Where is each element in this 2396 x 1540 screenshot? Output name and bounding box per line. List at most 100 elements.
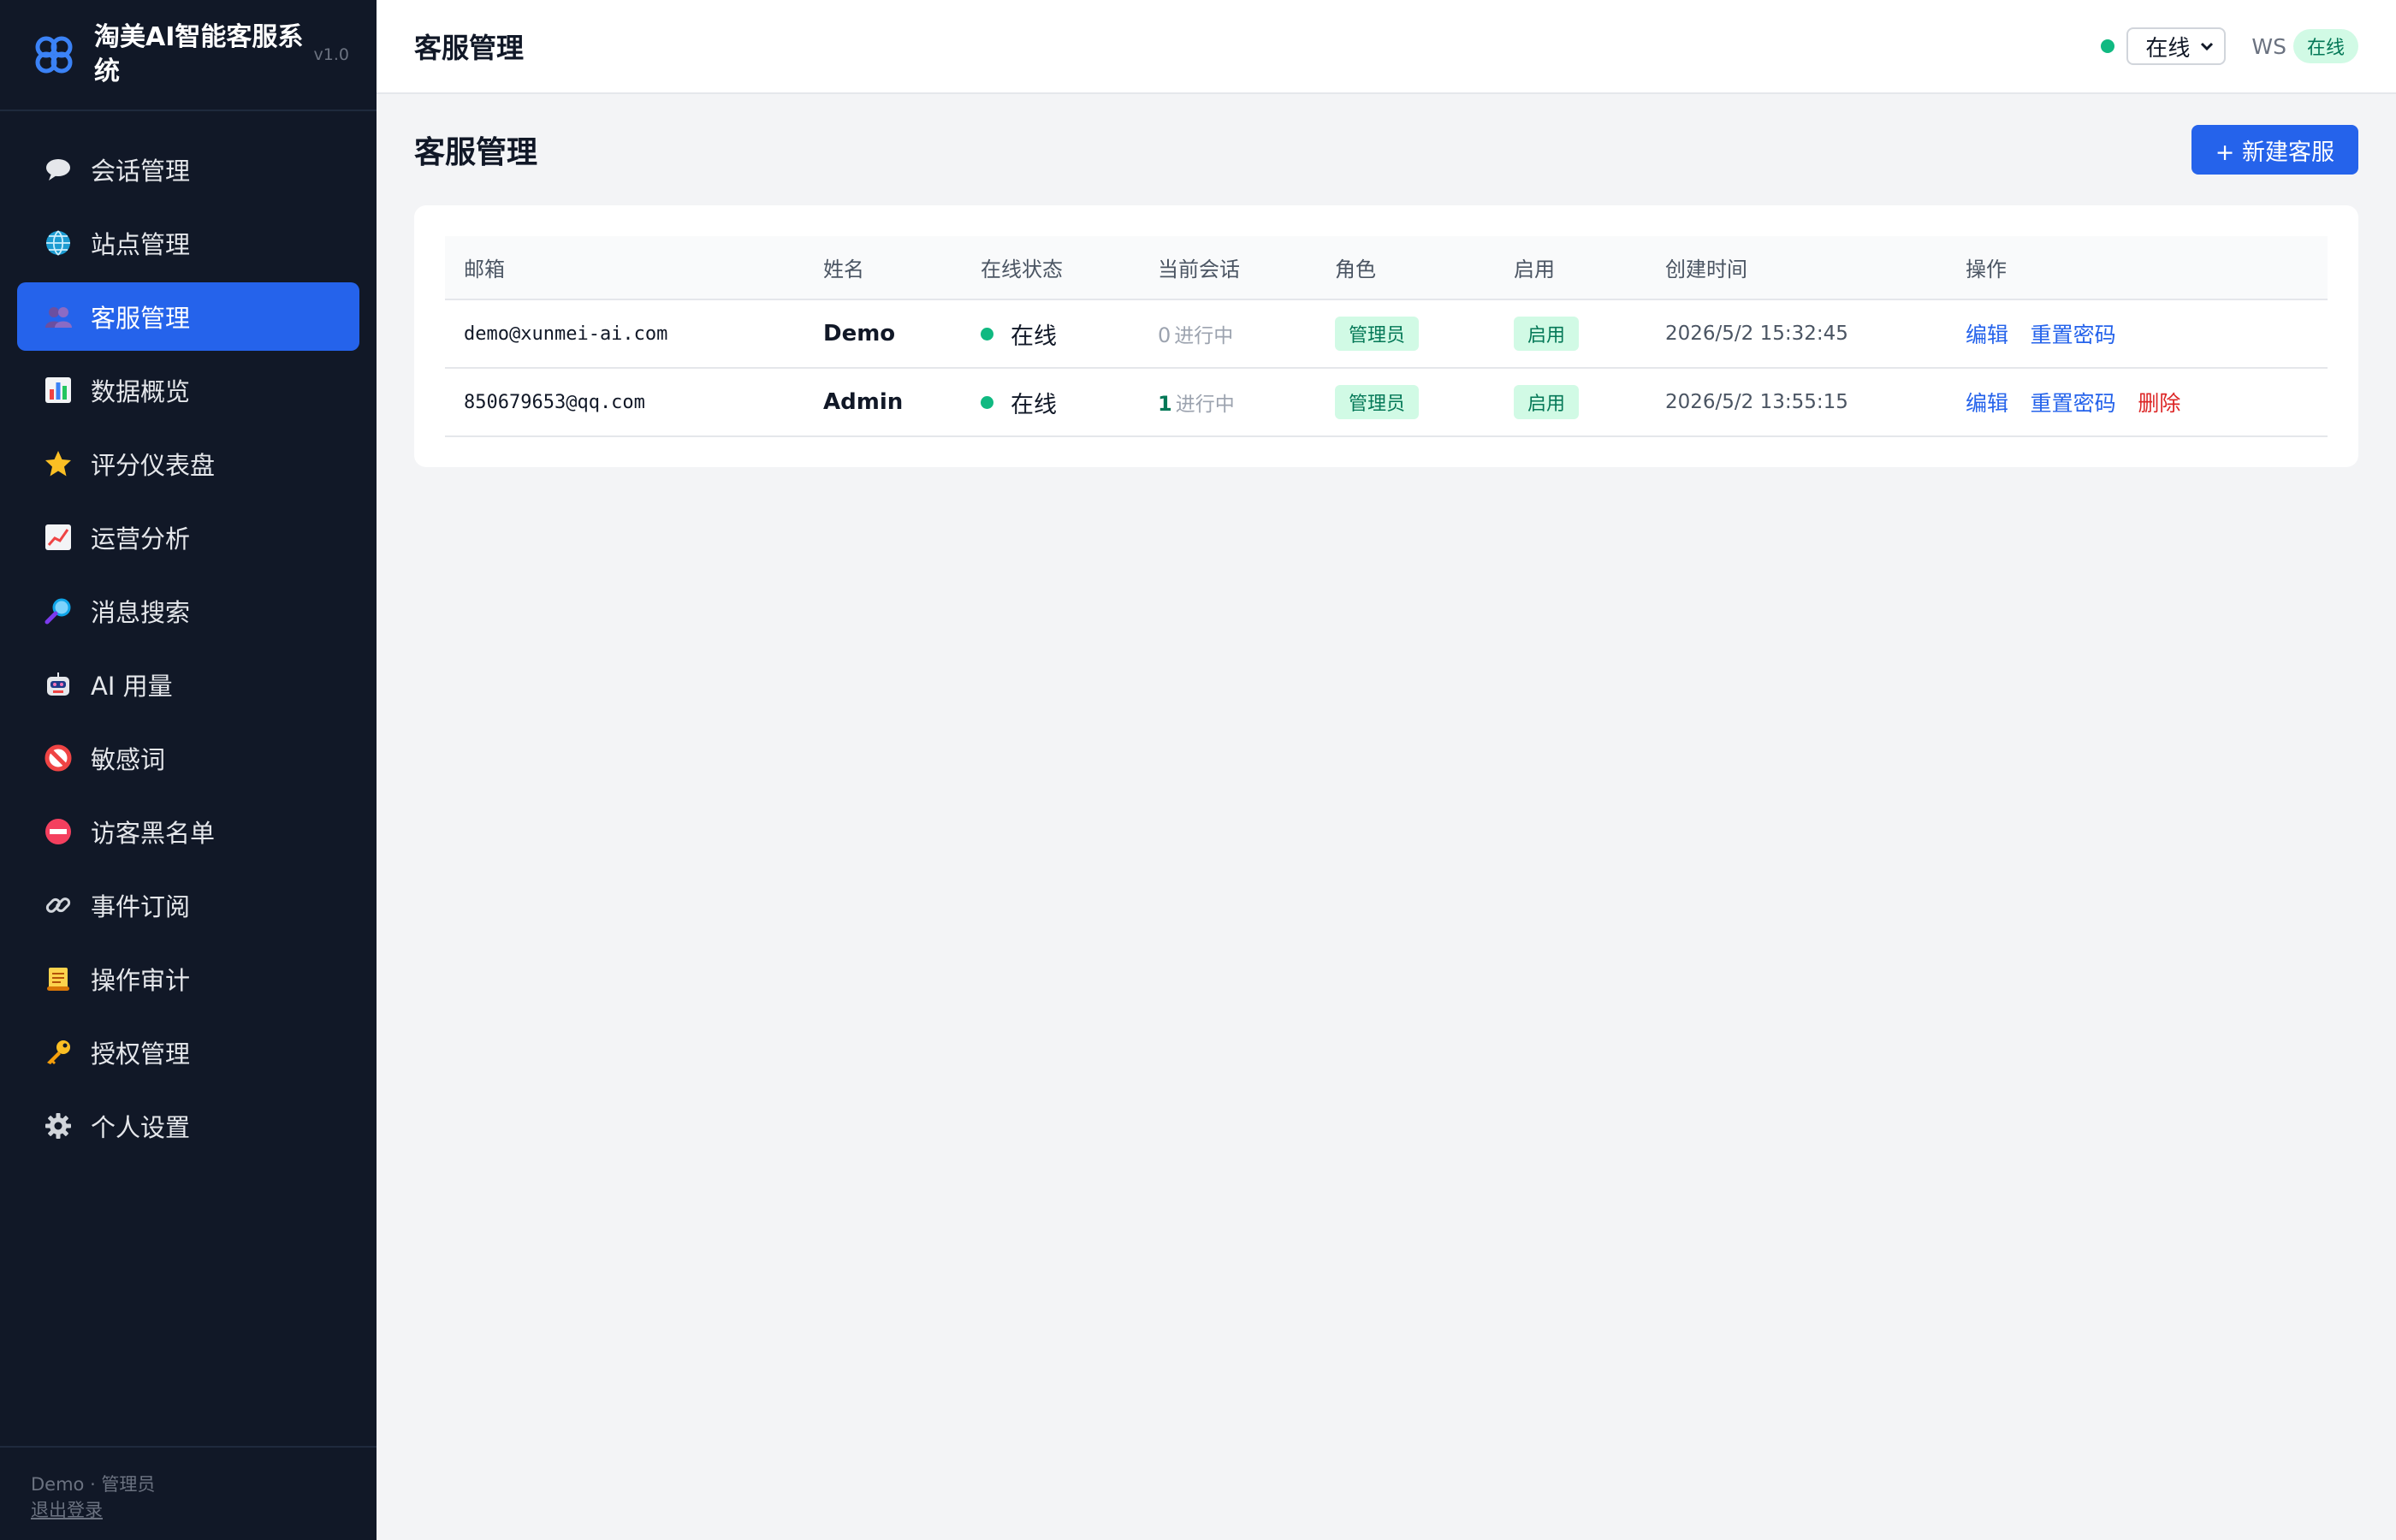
session-count: 0 (1158, 323, 1171, 347)
agent-role: 管理员 (1316, 368, 1495, 437)
link-icon (43, 890, 74, 921)
new-agent-button[interactable]: + 新建客服 (2191, 125, 2358, 175)
star-icon (43, 448, 74, 479)
agent-online-status: 在线 (962, 368, 1139, 437)
status-select[interactable]: 在线 (2126, 27, 2227, 65)
topbar: 客服管理 在线 WS 在线 (377, 0, 2396, 94)
sidebar-item-overview[interactable]: 数据概览 (17, 356, 359, 424)
column-header: 创建时间 (1646, 236, 1947, 300)
sidebar-item-label: AI 用量 (91, 672, 173, 701)
sidebar-item-agents[interactable]: 客服管理 (17, 282, 359, 351)
sidebar-item-blacklist[interactable]: 访客黑名单 (17, 797, 359, 866)
sidebar-item-license[interactable]: 授权管理 (17, 1018, 359, 1087)
sidebar-item-label: 访客黑名单 (91, 819, 216, 848)
line-chart-icon (43, 522, 74, 553)
sidebar-item-sites[interactable]: 站点管理 (17, 209, 359, 277)
column-header: 角色 (1316, 236, 1495, 300)
agent-sessions: 1 进行中 (1139, 368, 1316, 437)
sidebar-item-label: 站点管理 (91, 230, 191, 259)
magnifier-icon (43, 595, 74, 626)
app-version: v1.0 (313, 45, 349, 64)
online-dot (981, 395, 993, 409)
ws-status-badge: 在线 (2292, 29, 2358, 63)
agents-table: 邮箱 姓名 在线状态 当前会话 角色 启用 创建时间 操作 demo@xunme… (445, 236, 2328, 437)
sidebar-item-ai-usage[interactable]: AI 用量 (17, 650, 359, 719)
agent-enabled: 启用 (1495, 299, 1646, 369)
app-title: 淘美AI智能客服系统 (94, 22, 304, 86)
edit-link[interactable]: 编辑 (1966, 391, 2008, 416)
sidebar-item-label: 运营分析 (91, 524, 191, 554)
table-header-row: 邮箱 姓名 在线状态 当前会话 角色 启用 创建时间 操作 (445, 236, 2328, 300)
edit-link[interactable]: 编辑 (1966, 323, 2008, 347)
agent-enabled: 启用 (1495, 368, 1646, 437)
logout-link[interactable]: 退出登录 (31, 1497, 346, 1523)
agent-name: Demo (804, 299, 962, 369)
session-label: 进行中 (1175, 394, 1235, 416)
sidebar-item-sensitive-words[interactable]: 敏感词 (17, 724, 359, 792)
sidebar-item-conversations[interactable]: 会话管理 (17, 135, 359, 204)
online-dot (981, 327, 993, 341)
reset-password-link[interactable]: 重置密码 (2031, 391, 2116, 416)
bar-chart-icon (43, 375, 74, 406)
agent-email: demo@xunmei-ai.com (445, 299, 804, 369)
enabled-badge: 启用 (1514, 317, 1580, 351)
session-count: 1 (1158, 392, 1172, 416)
column-header: 当前会话 (1139, 236, 1316, 300)
session-label: 进行中 (1174, 325, 1234, 347)
users-icon (43, 301, 74, 332)
ws-label: WS (2251, 33, 2286, 59)
agent-created-time: 2026/5/2 15:32:45 (1646, 299, 1947, 369)
column-header: 邮箱 (445, 236, 804, 300)
agents-table-card: 邮箱 姓名 在线状态 当前会话 角色 启用 创建时间 操作 demo@xunme… (414, 205, 2358, 467)
main-content: 客服管理 + 新建客服 邮箱 姓名 在线状态 当前会话 角色 启用 创建时间 操… (377, 94, 2396, 1540)
sidebar-item-audit[interactable]: 操作审计 (17, 945, 359, 1013)
reset-password-link[interactable]: 重置密码 (2031, 323, 2116, 347)
table-row: demo@xunmei-ai.com Demo 在线 0 进行中 管理员 启用 2… (445, 299, 2328, 369)
column-header: 在线状态 (962, 236, 1139, 300)
column-header: 操作 (1947, 236, 2328, 300)
current-user: Demo · 管理员 (31, 1474, 156, 1495)
sidebar-item-label: 事件订阅 (91, 892, 191, 921)
enabled-badge: 启用 (1514, 385, 1580, 419)
role-badge: 管理员 (1335, 317, 1420, 351)
topbar-status: 在线 WS 在线 (2101, 27, 2358, 65)
online-label: 在线 (1011, 323, 1057, 350)
sidebar-item-message-search[interactable]: 消息搜索 (17, 577, 359, 645)
agent-role: 管理员 (1316, 299, 1495, 369)
topbar-title: 客服管理 (414, 32, 525, 64)
table-row: 850679653@qq.com Admin 在线 1 进行中 管理员 启用 20… (445, 368, 2328, 437)
prohibited-icon (43, 743, 74, 773)
no-entry-icon (43, 816, 74, 847)
sidebar-item-label: 敏感词 (91, 745, 166, 774)
sidebar-item-label: 评分仪表盘 (91, 451, 216, 480)
sidebar-item-label: 个人设置 (91, 1113, 191, 1142)
globe-icon (43, 228, 74, 258)
chevron-down-icon (2201, 42, 2214, 51)
sidebar-item-label: 客服管理 (91, 304, 191, 333)
sidebar-footer: Demo · 管理员 退出登录 (0, 1446, 377, 1540)
column-header: 启用 (1495, 236, 1646, 300)
page-header: 客服管理 + 新建客服 (414, 94, 2358, 205)
status-select-value: 在线 (2145, 35, 2191, 62)
role-badge: 管理员 (1335, 385, 1420, 419)
sidebar-item-label: 操作审计 (91, 966, 191, 995)
key-icon (43, 1037, 74, 1068)
sidebar-item-ratings[interactable]: 评分仪表盘 (17, 429, 359, 498)
sidebar-item-settings[interactable]: 个人设置 (17, 1092, 359, 1160)
sidebar-item-label: 消息搜索 (91, 598, 191, 627)
sidebar-item-events[interactable]: 事件订阅 (17, 871, 359, 939)
online-status-dot (2101, 39, 2115, 53)
agent-actions: 编辑 重置密码 删除 (1947, 368, 2328, 437)
sidebar-item-label: 会话管理 (91, 157, 191, 186)
online-label: 在线 (1011, 391, 1057, 418)
agent-sessions: 0 进行中 (1139, 299, 1316, 369)
sidebar-item-analytics[interactable]: 运营分析 (17, 503, 359, 572)
agent-created-time: 2026/5/2 13:55:15 (1646, 368, 1947, 437)
brand: 淘美AI智能客服系统 v1.0 (0, 0, 377, 111)
sidebar-nav: 会话管理 站点管理 客服管理 数据概览 评分仪表盘 运营分析 消息搜索 AI 用… (0, 111, 377, 1160)
agent-online-status: 在线 (962, 299, 1139, 369)
sidebar-item-label: 授权管理 (91, 1040, 191, 1069)
delete-link[interactable]: 删除 (2138, 391, 2180, 416)
column-header: 姓名 (804, 236, 962, 300)
robot-icon (43, 669, 74, 700)
